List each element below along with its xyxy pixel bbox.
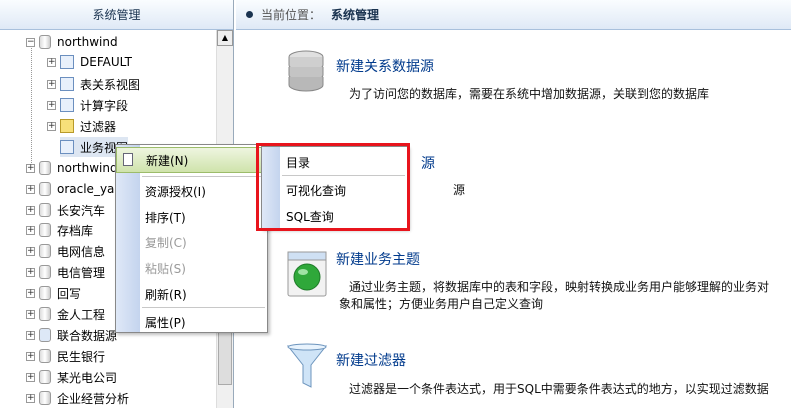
tree-node-database[interactable]: + northwind [26,158,118,178]
action-new-relational-datasource[interactable]: 新建关系数据源 为了访问您的数据库，需要在系统中增加数据源，关联到您的数据库 [281,50,791,110]
tree-node-filters[interactable]: + 过滤器 [47,116,116,136]
context-menu: 新建(N) 资源授权(I) 排序(T) 复制(C) 粘贴(S) 刷新(R) 属性… [115,144,268,333]
new-document-icon [123,153,133,166]
tree-node-database[interactable]: + 企业经营分析 [26,388,129,408]
tree-node-database[interactable]: + 民生银行 [26,346,105,366]
database-icon [39,161,51,175]
database-icon [39,223,51,237]
tree-node-calculated-fields[interactable]: + 计算字段 [47,95,128,115]
new-business-topic-title[interactable]: 新建业务主题 [336,249,420,269]
expand-icon[interactable]: + [26,225,35,235]
database-icon [39,370,51,384]
menu-refresh[interactable]: 刷新(R) [116,281,267,307]
schema-icon [60,55,74,69]
menu-resource-authorization[interactable]: 资源授权(I) [116,178,267,204]
scroll-up-icon[interactable]: ▲ [217,30,233,46]
tree-node-database[interactable]: + 某光电公司 [26,367,117,387]
filter-folder-icon [60,119,74,133]
expand-icon[interactable]: + [47,57,56,67]
tree-node-table-relation-view[interactable]: + 表关系视图 [47,74,140,94]
action-new-business-topic[interactable]: 新建业务主题 通过业务主题，将数据库中的表和字段，映射转换成业务用户能够理解的业… [281,246,791,316]
new-business-topic-desc-2: 象和属性；方便业务用户自己定义查询 [339,297,544,311]
database-icon [39,203,51,217]
expand-icon[interactable]: + [47,121,56,131]
business-view-icon [60,140,74,154]
tree-node-database[interactable]: + 电网信息 [26,241,105,261]
expand-icon[interactable]: + [26,288,35,298]
database-icon [39,307,51,321]
tree-node-database[interactable]: + 电信管理 [26,262,105,282]
database-icon [39,391,51,405]
tree-node-database[interactable]: + 存档库 [26,220,93,240]
tree-node-database[interactable]: + oracle_ya [26,179,114,199]
menu-new[interactable]: 新建(N) [116,147,267,173]
database-icon [39,286,51,300]
bullet-icon [246,11,253,18]
menu-sort[interactable]: 排序(T) [116,204,267,230]
expand-icon[interactable]: + [26,330,35,340]
calculated-field-icon [60,98,74,112]
expand-icon[interactable]: + [26,246,35,256]
highlight-box [256,143,410,231]
expand-icon[interactable]: + [47,100,56,110]
expand-icon[interactable]: + [26,205,35,215]
left-panel-title: 系统管理 [0,0,233,30]
business-topic-icon [287,251,327,297]
database-icon [39,265,51,279]
tree-node-default[interactable]: + DEFAULT [47,52,132,72]
tree-node-database[interactable]: + 长安汽车 [26,200,105,220]
expand-icon[interactable]: + [26,184,35,194]
expand-icon[interactable]: + [26,351,35,361]
database-icon [39,244,51,258]
expand-icon[interactable]: + [26,372,35,382]
new-business-topic-desc-1: 通过业务主题，将数据库中的表和字段，映射转换成业务用户能够理解的业务对 [349,280,770,294]
tree-node-database[interactable]: + 回写 [26,283,81,303]
database-icon [39,182,51,196]
breadcrumb: 当前位置： 系统管理 [236,0,791,30]
tree-node-northwind-root[interactable]: − northwind [26,32,118,52]
new-datasource-desc: 为了访问您的数据库，需要在系统中增加数据源，关联到您的数据库 [349,87,710,101]
expand-icon[interactable]: + [47,79,56,89]
expand-icon[interactable]: + [26,163,35,173]
database-stack-icon [288,50,324,92]
database-icon [39,349,51,363]
federated-source-icon [39,328,51,342]
menu-properties[interactable]: 属性(P) [116,309,267,335]
relation-view-icon [60,77,74,91]
action-new-filter[interactable]: 新建过滤器 过滤器是一个条件表达式，用于SQL中需要条件表达式的地方，以实现过滤… [281,340,791,404]
funnel-icon [286,343,328,388]
tree-node-database[interactable]: + 联合数据源 [26,325,117,345]
expand-icon[interactable]: + [26,393,35,403]
expand-icon[interactable]: + [26,309,35,319]
new-filter-title[interactable]: 新建过滤器 [336,350,406,370]
new-datasource-title[interactable]: 新建关系数据源 [336,56,434,76]
expand-icon[interactable]: + [26,267,35,277]
database-icon [39,35,51,49]
menu-copy[interactable]: 复制(C) [116,229,267,255]
collapse-icon[interactable]: − [26,37,35,47]
tree-node-database[interactable]: + 金人工程 [26,304,105,324]
new-filter-desc: 过滤器是一个条件表达式，用于SQL中需要条件表达式的地方，以实现过滤数据 [349,382,769,396]
breadcrumb-current[interactable]: 系统管理 [331,6,379,23]
menu-paste[interactable]: 粘贴(S) [116,255,267,281]
